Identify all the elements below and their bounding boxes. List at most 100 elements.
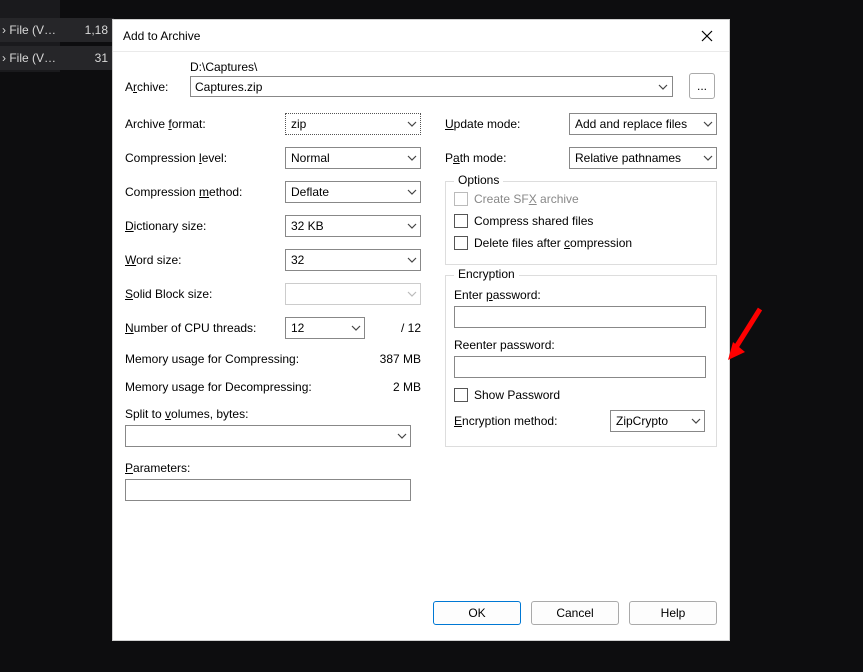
enter-password-input[interactable] [454,306,706,328]
titlebar: Add to Archive [113,20,729,52]
dialog-title: Add to Archive [123,29,200,43]
add-to-archive-dialog: Add to Archive Archive: D:\Captures\ Cap… [112,19,730,641]
memory-decompress-row: Memory usage for Decompressing: 2 MB [125,379,421,395]
dictionary-size-label: Dictionary size: [125,219,285,233]
word-size-select[interactable]: 32 [285,249,421,271]
compress-shared-row[interactable]: Compress shared files [454,214,708,228]
compression-method-row: Compression method: Deflate [125,181,421,203]
bg-file-label: › File (V… [2,23,56,37]
bg-file-row-1: › File (V… 1,18 [0,18,114,42]
reenter-password-input[interactable] [454,356,706,378]
sfx-label: Create SFX archive [474,192,579,206]
memory-decompress-label: Memory usage for Decompressing: [125,380,312,394]
browse-button[interactable]: ... [689,73,715,99]
split-volumes-label: Split to volumes, bytes: [125,407,421,421]
bg-file-size: 31 [95,51,108,65]
chevron-down-icon [407,119,417,129]
right-column: Update mode: Add and replace files Path … [445,113,717,515]
chevron-down-icon [703,119,713,129]
parameters-input[interactable] [125,479,411,501]
compress-shared-label: Compress shared files [474,214,593,228]
close-icon [701,30,713,42]
chevron-down-icon [703,153,713,163]
solid-block-select [285,283,421,305]
help-button[interactable]: Help [629,601,717,625]
bg-file-label: › File (V… [2,51,56,65]
compression-level-label: Compression level: [125,151,285,165]
chevron-down-icon [351,323,361,333]
memory-compress-row: Memory usage for Compressing: 387 MB [125,351,421,367]
delete-after-label: Delete files after compression [474,236,632,250]
columns: Archive format: zip Compression level: N… [125,113,717,515]
compression-method-label: Compression method: [125,185,285,199]
enter-password-label: Enter password: [454,288,708,302]
chevron-down-icon [397,431,407,441]
chevron-down-icon [407,255,417,265]
cancel-button[interactable]: Cancel [531,601,619,625]
close-button[interactable] [685,20,729,52]
chevron-down-icon [407,289,417,299]
archive-format-label: Archive format: [125,117,285,131]
update-mode-row: Update mode: Add and replace files [445,113,717,135]
compress-shared-checkbox[interactable] [454,214,468,228]
archive-format-select[interactable]: zip [285,113,421,135]
archive-row: Archive: D:\Captures\ Captures.zip ... [125,60,717,97]
options-group: Options Create SFX archive Compress shar… [445,181,717,265]
chevron-down-icon [407,221,417,231]
archive-format-row: Archive format: zip [125,113,421,135]
word-size-label: Word size: [125,253,285,267]
ok-button[interactable]: OK [433,601,521,625]
dictionary-size-row: Dictionary size: 32 KB [125,215,421,237]
cpu-threads-label: Number of CPU threads: [125,321,285,335]
bg-file-row-2: › File (V… 31 [0,46,114,70]
cpu-threads-row: Number of CPU threads: 12 / 12 [125,317,421,339]
archive-path-group: D:\Captures\ Captures.zip [190,60,673,97]
sfx-checkbox [454,192,468,206]
path-mode-select[interactable]: Relative pathnames [569,147,717,169]
chevron-down-icon [691,416,701,426]
bg-file-size: 1,18 [85,23,108,37]
archive-path: D:\Captures\ [190,60,673,74]
encryption-method-row: Encryption method: ZipCrypto [454,410,708,432]
compression-level-select[interactable]: Normal [285,147,421,169]
cpu-threads-total: / 12 [373,321,421,335]
path-mode-label: Path mode: [445,151,569,165]
solid-block-row: Solid Block size: [125,283,421,305]
chevron-down-icon [658,82,668,92]
split-volumes-select[interactable] [125,425,411,447]
encryption-method-select[interactable]: ZipCrypto [610,410,705,432]
sfx-row: Create SFX archive [454,192,708,206]
archive-label: Archive: [125,80,180,97]
compression-method-select[interactable]: Deflate [285,181,421,203]
chevron-down-icon [407,187,417,197]
show-password-row[interactable]: Show Password [454,388,708,402]
reenter-password-label: Reenter password: [454,338,708,352]
update-mode-label: Update mode: [445,117,569,131]
delete-after-checkbox[interactable] [454,236,468,250]
memory-compress-label: Memory usage for Compressing: [125,352,299,366]
dialog-body: Archive: D:\Captures\ Captures.zip ... A… [113,52,729,596]
archive-filename-select[interactable]: Captures.zip [190,76,673,97]
left-column: Archive format: zip Compression level: N… [125,113,421,515]
footer: OK Cancel Help [113,596,729,640]
solid-block-label: Solid Block size: [125,287,285,301]
word-size-row: Word size: 32 [125,249,421,271]
compression-level-row: Compression level: Normal [125,147,421,169]
annotation-arrow-icon [725,304,765,364]
memory-compress-value: 387 MB [380,352,421,366]
options-title: Options [454,173,503,187]
cpu-threads-select[interactable]: 12 [285,317,365,339]
chevron-down-icon [407,153,417,163]
delete-after-row[interactable]: Delete files after compression [454,236,708,250]
dictionary-size-select[interactable]: 32 KB [285,215,421,237]
archive-filename: Captures.zip [195,80,262,94]
update-mode-select[interactable]: Add and replace files [569,113,717,135]
show-password-label: Show Password [474,388,560,402]
encryption-group: Encryption Enter password: Reenter passw… [445,275,717,447]
path-mode-row: Path mode: Relative pathnames [445,147,717,169]
show-password-checkbox[interactable] [454,388,468,402]
parameters-label: Parameters: [125,461,421,475]
encryption-method-label: Encryption method: [454,414,602,428]
memory-decompress-value: 2 MB [393,380,421,394]
encryption-title: Encryption [454,267,519,281]
